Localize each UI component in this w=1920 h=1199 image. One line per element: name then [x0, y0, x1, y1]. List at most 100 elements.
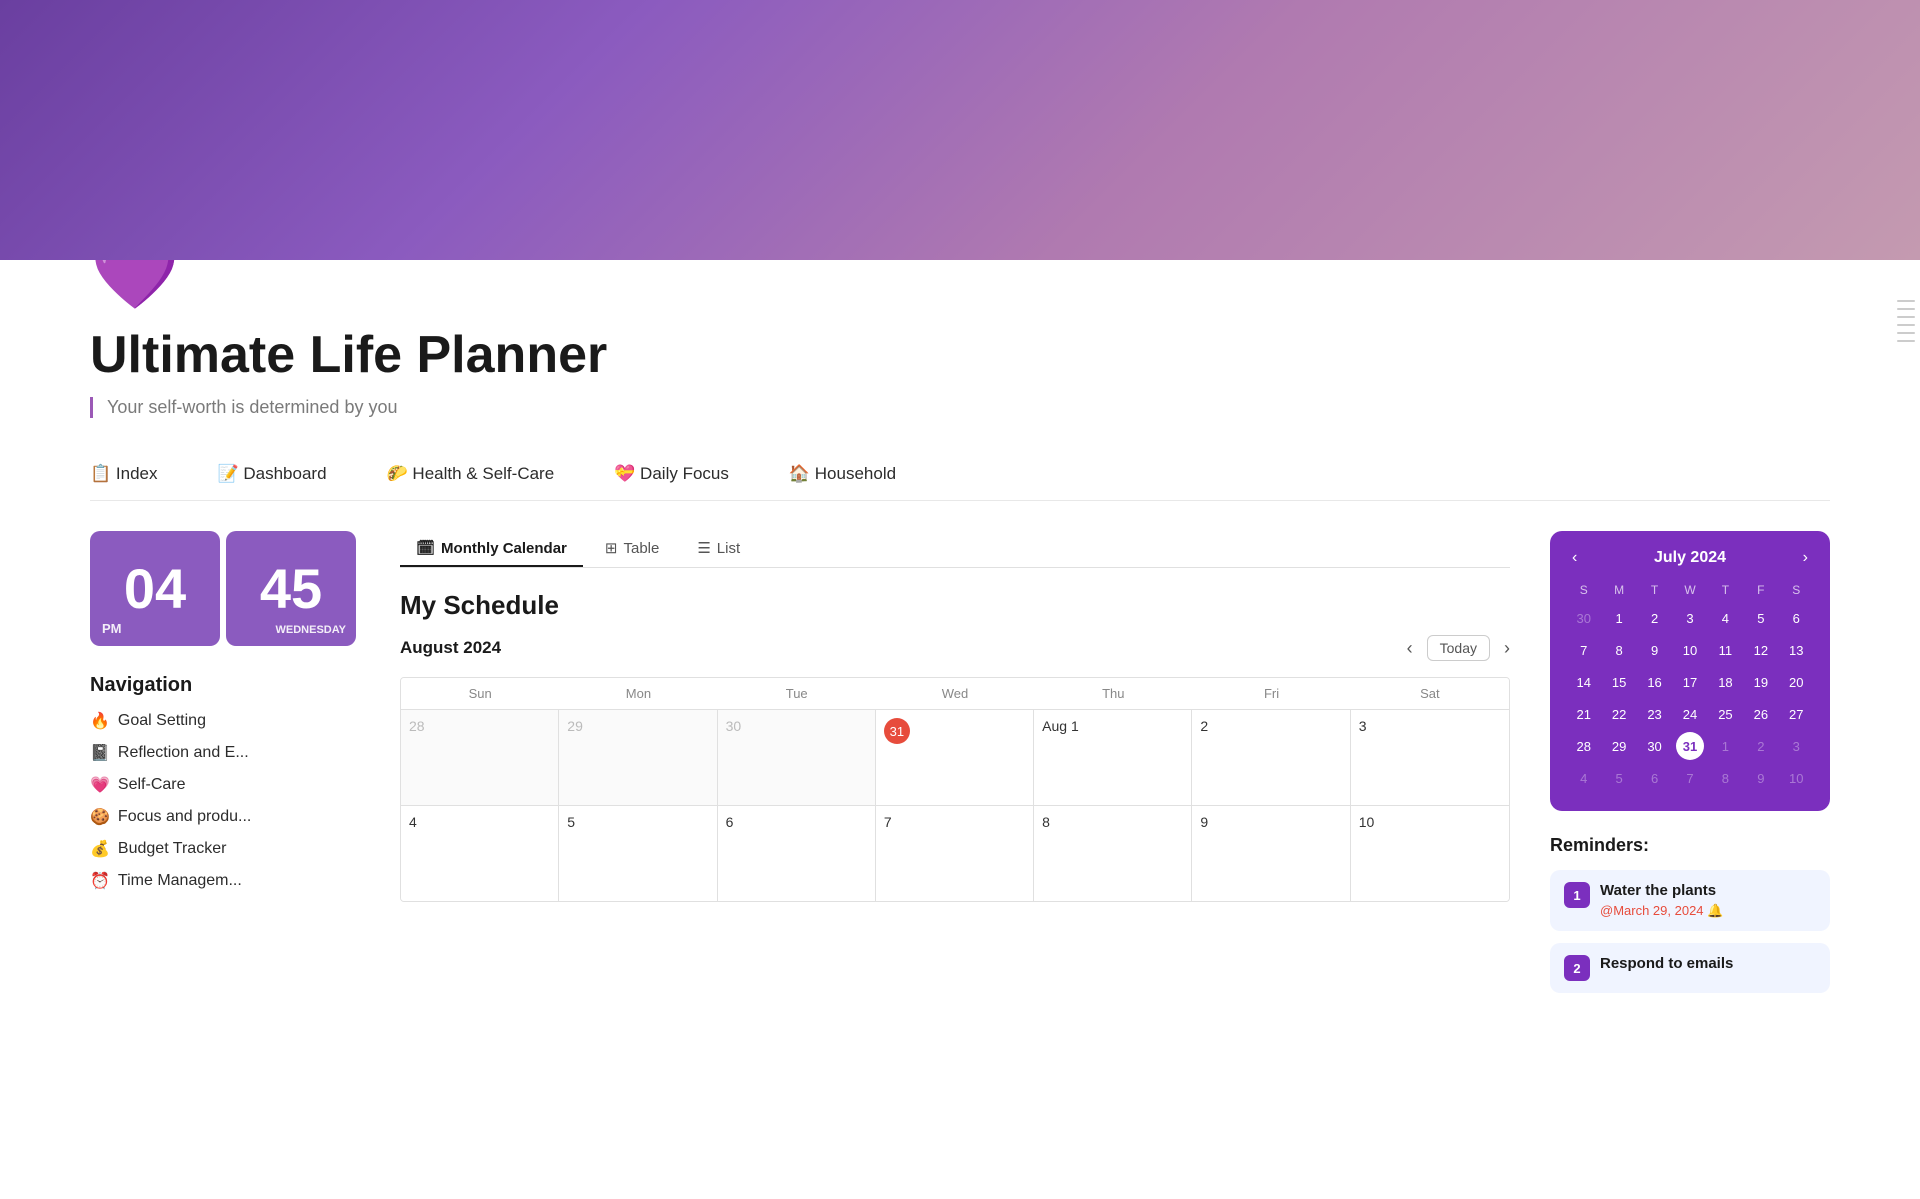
mini-week-3: 14 15 16 17 18 19 20: [1566, 667, 1814, 697]
mini-day[interactable]: 2: [1747, 732, 1775, 760]
mini-day[interactable]: 29: [1605, 732, 1633, 760]
cal-cell-3[interactable]: 3: [1351, 710, 1509, 805]
mini-day[interactable]: 30: [1570, 604, 1598, 632]
mini-day[interactable]: 5: [1747, 604, 1775, 632]
cal-cell-10[interactable]: 10: [1351, 806, 1509, 901]
cal-date-today: 31: [884, 718, 910, 744]
mini-day[interactable]: 21: [1570, 700, 1598, 728]
cal-date: 29: [567, 718, 583, 734]
mini-day[interactable]: 9: [1641, 636, 1669, 664]
tab-monthly-calendar[interactable]: 🗓 Monthly Calendar: [400, 531, 583, 567]
tab-table[interactable]: ⊞ Table: [589, 531, 675, 567]
mini-day[interactable]: 26: [1747, 700, 1775, 728]
cal-next-arrow[interactable]: ›: [1504, 638, 1510, 659]
reminder-card-2[interactable]: 2 Respond to emails: [1550, 943, 1830, 993]
table-label: Table: [623, 540, 659, 557]
mini-day[interactable]: 6: [1782, 604, 1810, 632]
nav-reflection[interactable]: 📓 Reflection and E...: [90, 743, 360, 763]
mini-day[interactable]: 28: [1570, 732, 1598, 760]
mini-day[interactable]: 4: [1711, 604, 1739, 632]
mini-day[interactable]: 15: [1605, 668, 1633, 696]
mini-day[interactable]: 14: [1570, 668, 1598, 696]
mini-day[interactable]: 19: [1747, 668, 1775, 696]
mini-day[interactable]: 25: [1711, 700, 1739, 728]
mini-day[interactable]: 3: [1676, 604, 1704, 632]
cal-cell-28-prev[interactable]: 28: [401, 710, 559, 805]
nav-household[interactable]: 🏠 Household: [789, 464, 896, 484]
mini-day[interactable]: 18: [1711, 668, 1739, 696]
mini-week-5: 28 29 30 31 1 2 3: [1566, 731, 1814, 761]
mini-day[interactable]: 17: [1676, 668, 1704, 696]
mini-cal-next[interactable]: ›: [1797, 547, 1814, 569]
mini-day[interactable]: 16: [1641, 668, 1669, 696]
cal-cell-31-today[interactable]: 31: [876, 710, 1034, 805]
mini-day[interactable]: 7: [1676, 764, 1704, 792]
mini-day[interactable]: 2: [1641, 604, 1669, 632]
mini-day[interactable]: 3: [1782, 732, 1810, 760]
cal-cell-6[interactable]: 6: [718, 806, 876, 901]
list-icon: ☰: [697, 539, 710, 557]
mini-day[interactable]: 13: [1782, 636, 1810, 664]
nav-self-care[interactable]: 💗 Self-Care: [90, 775, 360, 795]
cal-cell-8[interactable]: 8: [1034, 806, 1192, 901]
mini-cal-prev[interactable]: ‹: [1566, 547, 1583, 569]
reminder-card-1[interactable]: 1 Water the plants @March 29, 2024 🔔: [1550, 870, 1830, 931]
cal-cell-7[interactable]: 7: [876, 806, 1034, 901]
nav-focus[interactable]: 🍪 Focus and produ...: [90, 807, 360, 827]
cal-prev-arrow[interactable]: ‹: [1407, 638, 1413, 659]
cal-cell-9[interactable]: 9: [1192, 806, 1350, 901]
today-button[interactable]: Today: [1427, 635, 1490, 661]
reminder-content-1: Water the plants @March 29, 2024 🔔: [1600, 882, 1723, 919]
mini-day[interactable]: 27: [1782, 700, 1810, 728]
mini-day[interactable]: 10: [1782, 764, 1810, 792]
mini-cal-title: July 2024: [1654, 549, 1726, 567]
mini-day[interactable]: 6: [1641, 764, 1669, 792]
cal-cell-5[interactable]: 5: [559, 806, 717, 901]
mini-day[interactable]: 8: [1711, 764, 1739, 792]
mini-day[interactable]: 1: [1605, 604, 1633, 632]
mini-day[interactable]: 5: [1605, 764, 1633, 792]
cal-cell-29-prev[interactable]: 29: [559, 710, 717, 805]
mini-day[interactable]: 22: [1605, 700, 1633, 728]
right-sidebar: ‹ July 2024 › S M T W T F S 30 1 2: [1550, 531, 1830, 1005]
cal-cell-aug1[interactable]: Aug 1: [1034, 710, 1192, 805]
mini-day[interactable]: 12: [1747, 636, 1775, 664]
nav-goal-setting[interactable]: 🔥 Goal Setting: [90, 711, 360, 731]
goal-setting-label: Goal Setting: [118, 712, 206, 730]
reminder-content-2: Respond to emails: [1600, 955, 1733, 976]
nav-index[interactable]: 📋 Index: [90, 464, 157, 484]
nav-daily-focus[interactable]: 💝 Daily Focus: [614, 464, 729, 484]
mini-day[interactable]: 8: [1605, 636, 1633, 664]
reflection-label: Reflection and E...: [118, 744, 249, 762]
nav-time[interactable]: ⏰ Time Managem...: [90, 871, 360, 891]
calendar-tabs: 🗓 Monthly Calendar ⊞ Table ☰ List: [400, 531, 1510, 568]
scrollbar[interactable]: [1904, 300, 1908, 500]
mini-day-today[interactable]: 31: [1676, 732, 1704, 760]
focus-emoji: 🍪: [90, 807, 110, 827]
mini-day-w: W: [1672, 583, 1707, 597]
mini-day[interactable]: 1: [1711, 732, 1739, 760]
mini-day[interactable]: 24: [1676, 700, 1704, 728]
reminder-num-2: 2: [1564, 955, 1590, 981]
mini-day[interactable]: 10: [1676, 636, 1704, 664]
mini-day[interactable]: 9: [1747, 764, 1775, 792]
nav-budget[interactable]: 💰 Budget Tracker: [90, 839, 360, 859]
cal-header-wed: Wed: [876, 678, 1034, 709]
nav-health[interactable]: 🌮 Health & Self-Care: [387, 464, 555, 484]
tab-list[interactable]: ☰ List: [681, 531, 756, 567]
clock-minute: 45: [260, 556, 322, 621]
cal-cell-4[interactable]: 4: [401, 806, 559, 901]
reminder-text-2: Respond to emails: [1600, 955, 1733, 972]
mini-day[interactable]: 23: [1641, 700, 1669, 728]
cal-cell-30-prev[interactable]: 30: [718, 710, 876, 805]
mini-day[interactable]: 7: [1570, 636, 1598, 664]
mini-day[interactable]: 4: [1570, 764, 1598, 792]
calendar-month: August 2024: [400, 638, 501, 658]
mini-day[interactable]: 20: [1782, 668, 1810, 696]
nav-dashboard[interactable]: 📝 Dashboard: [217, 464, 326, 484]
cal-cell-2[interactable]: 2: [1192, 710, 1350, 805]
mini-day[interactable]: 30: [1641, 732, 1669, 760]
budget-emoji: 💰: [90, 839, 110, 859]
mini-day[interactable]: 11: [1711, 636, 1739, 664]
time-label: Time Managem...: [118, 872, 242, 890]
